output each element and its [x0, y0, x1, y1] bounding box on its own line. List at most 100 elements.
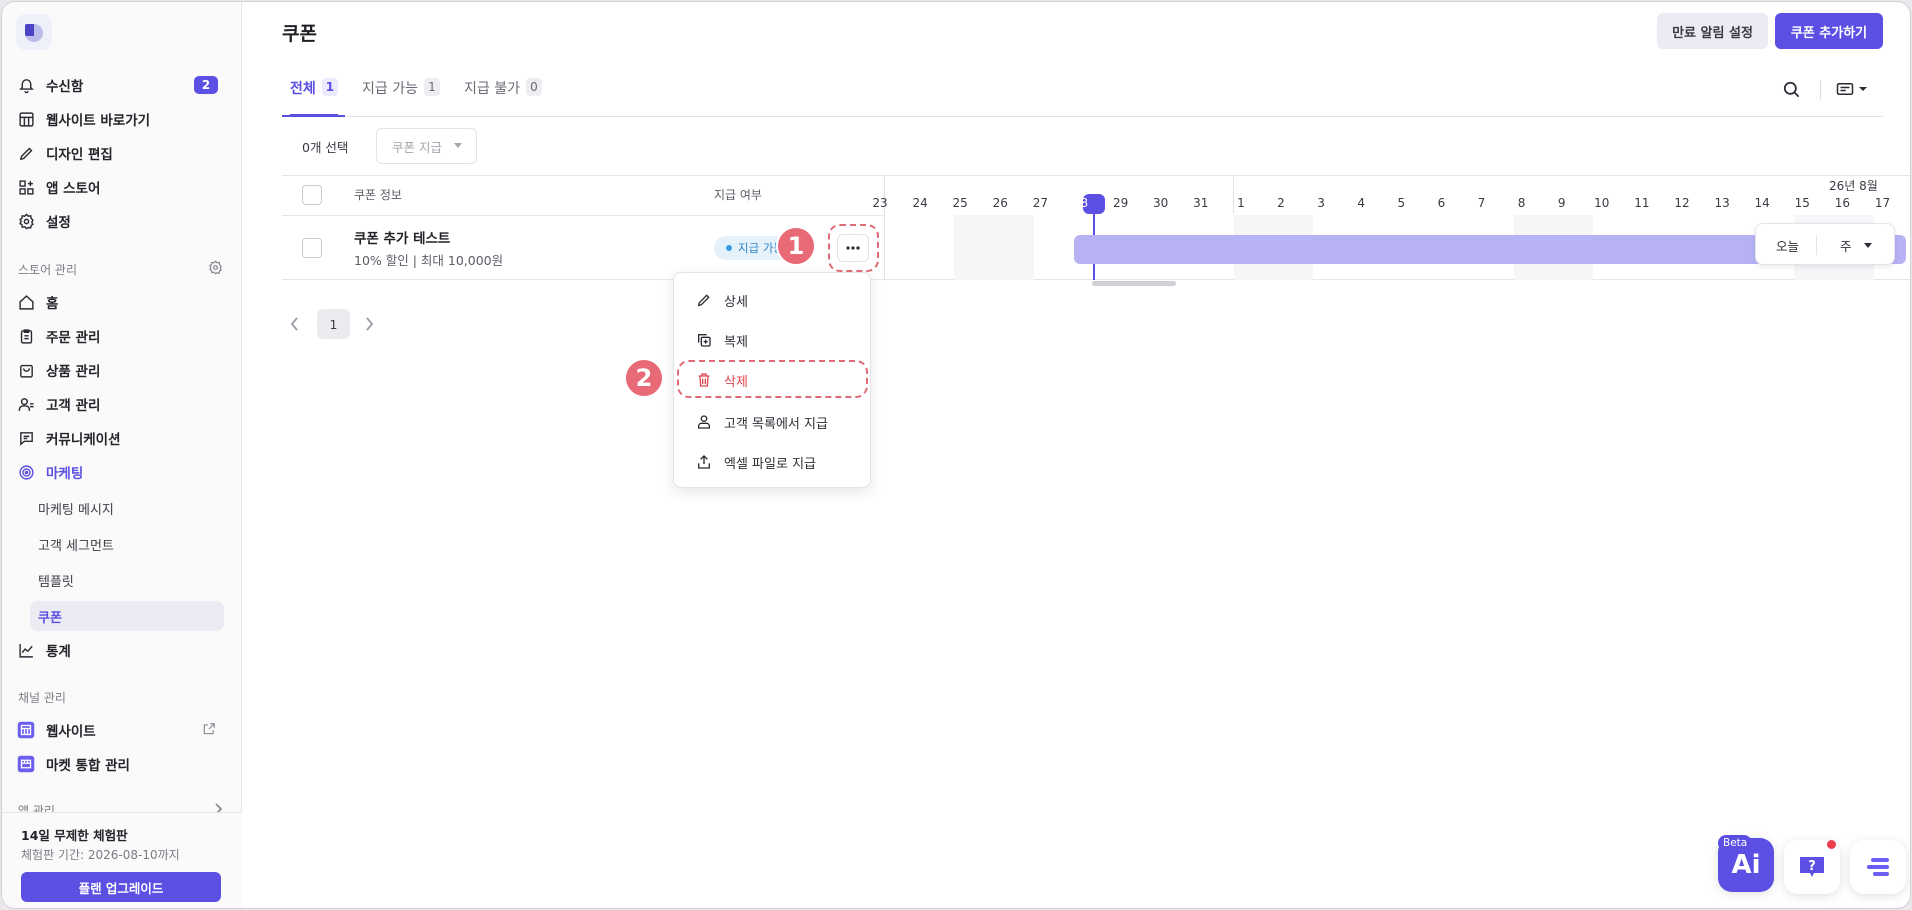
users-icon — [16, 394, 36, 414]
menu-item-issue-from-customer-list[interactable]: 고객 목록에서 지급 — [674, 405, 872, 439]
select-all-checkbox[interactable] — [302, 185, 322, 205]
app-window: 수신함 2 웹사이트 바로가기 디자인 편집 앱 스토어 설정 스토어 관리 홈… — [1, 1, 1911, 909]
sidebar-item-label: 마켓 통합 관리 — [46, 758, 130, 774]
gantt-date: 24 — [912, 196, 928, 210]
gantt-date: 1 — [1237, 196, 1245, 210]
card-view-icon — [1836, 83, 1854, 95]
sidebar-item-website[interactable]: 웹사이트 — [16, 715, 232, 745]
gantt-scrollbar[interactable] — [1092, 281, 1176, 286]
gantt-date: 30 — [1153, 196, 1169, 210]
pen-icon — [16, 143, 36, 163]
gantt-date: 17 — [1874, 196, 1891, 210]
sidebar-item-label: 주문 관리 — [46, 330, 101, 346]
upgrade-plan-button[interactable]: 플랜 업그레이드 — [21, 872, 221, 902]
prev-page-button[interactable] — [290, 316, 300, 336]
zoom-unit-dropdown[interactable]: 주 — [1840, 236, 1852, 255]
menu-item-duplicate[interactable]: 복제 — [674, 323, 872, 357]
sidebar-sub-coupon[interactable]: 쿠폰 — [30, 601, 224, 631]
sidebar-sub-template[interactable]: 템플릿 — [38, 565, 232, 595]
section-channel-management: 채널 관리 — [18, 691, 66, 705]
go-to-today-button[interactable]: 오늘 — [1776, 236, 1799, 255]
sidebar-item-marketing[interactable]: 마케팅 — [16, 457, 232, 487]
sidebar-item-stats[interactable]: 통계 — [16, 635, 232, 665]
sidebar-item-design-edit[interactable]: 디자인 편집 — [16, 138, 232, 168]
sidebar: 수신함 2 웹사이트 바로가기 디자인 편집 앱 스토어 설정 스토어 관리 홈… — [2, 2, 242, 908]
gantt-date: 3 — [1317, 196, 1325, 210]
tab-not-issuable[interactable]: 지급 불가 0 — [464, 78, 542, 116]
sidebar-item-label: 마케팅 — [46, 466, 84, 482]
trial-period: 체험판 기간: 2026-08-10까지 — [21, 848, 180, 862]
menu-button[interactable] — [1850, 840, 1906, 894]
tab-count: 0 — [525, 78, 542, 96]
menu-item-issue-by-excel[interactable]: 엑셀 파일로 지급 — [674, 445, 872, 479]
gantt-date: 31 — [1193, 196, 1209, 210]
tab-label: 지급 불가 — [464, 81, 520, 97]
col-header-issue-status: 지급 여부 — [714, 188, 762, 202]
gantt-date: 8 — [1517, 196, 1526, 210]
add-coupon-button[interactable]: 쿠폰 추가하기 — [1775, 13, 1883, 49]
sidebar-item-website-shortcut[interactable]: 웹사이트 바로가기 — [16, 104, 232, 134]
tab-label: 지급 가능 — [362, 81, 418, 97]
sidebar-sub-marketing-message[interactable]: 마케팅 메시지 — [38, 493, 232, 523]
table-top-border — [282, 175, 1910, 176]
chevron-down-icon — [1859, 87, 1867, 91]
search-icon[interactable] — [1782, 80, 1801, 103]
toolbar-divider — [1820, 80, 1821, 100]
chevron-down-icon — [454, 143, 462, 148]
gantt-date: 14 — [1754, 196, 1770, 210]
row-checkbox[interactable] — [302, 238, 322, 258]
sidebar-item-customers[interactable]: 고객 관리 — [16, 389, 232, 419]
store-settings-gear-icon[interactable] — [208, 260, 223, 279]
apps-icon — [16, 177, 36, 197]
sidebar-item-label: 커뮤니케이션 — [46, 432, 121, 448]
sidebar-item-market-integration[interactable]: 마켓 통합 관리 — [16, 749, 232, 779]
expiry-alert-settings-button[interactable]: 만료 알림 설정 — [1657, 13, 1768, 49]
menu-item-label: 상세 — [724, 294, 748, 310]
chevron-right-icon[interactable] — [213, 802, 223, 812]
issue-coupon-dropdown[interactable]: 쿠폰 지급 — [376, 128, 477, 164]
page-number[interactable]: 1 — [317, 309, 350, 339]
coupon-description: 10% 할인 | 최대 10,000원 — [354, 253, 504, 268]
trial-panel: 14일 무제한 체험판 체험판 기간: 2026-08-10까지 플랜 업그레이… — [2, 812, 242, 908]
external-link-icon[interactable] — [202, 722, 216, 740]
tab-all[interactable]: 전체 1 — [290, 78, 339, 116]
beta-badge: Beta — [1718, 835, 1753, 851]
next-page-button[interactable] — [364, 316, 374, 336]
menu-item-detail[interactable]: 상세 — [674, 283, 872, 317]
home-icon — [16, 292, 36, 312]
sidebar-item-products[interactable]: 상품 관리 — [16, 355, 232, 385]
sidebar-item-communication[interactable]: 커뮤니케이션 — [16, 423, 232, 453]
selection-toolbar: 0개 선택 쿠폰 지급 — [282, 126, 477, 164]
gantt-zoom-control: 오늘 주 — [1755, 223, 1895, 265]
chevron-right-icon — [366, 317, 374, 331]
view-mode-dropdown[interactable] — [1836, 81, 1868, 97]
gantt-date: 28 — [1072, 196, 1089, 210]
sidebar-item-app-store[interactable]: 앱 스토어 — [16, 172, 232, 202]
bag-icon — [16, 360, 36, 380]
issue-dropdown-label: 쿠폰 지급 — [392, 139, 442, 155]
tab-issuable[interactable]: 지급 가능 1 — [362, 78, 440, 116]
sidebar-sub-customer-segment[interactable]: 고객 세그먼트 — [38, 529, 232, 559]
coupon-name[interactable]: 쿠폰 추가 테스트 — [354, 227, 450, 247]
chat-icon — [16, 428, 36, 448]
chart-icon — [16, 640, 36, 660]
menu-lines-icon — [1867, 858, 1889, 876]
highlight-more-button — [828, 224, 879, 272]
sidebar-item-settings[interactable]: 설정 — [16, 206, 232, 236]
brand-logo[interactable] — [16, 14, 52, 50]
inbox-count-badge: 2 — [194, 76, 218, 94]
target-icon — [16, 462, 36, 482]
gantt-date: 11 — [1634, 196, 1650, 210]
trial-title: 14일 무제한 체험판 — [21, 828, 128, 843]
sidebar-item-label: 통계 — [46, 644, 71, 660]
sidebar-item-label: 고객 관리 — [46, 398, 101, 414]
gantt-date: 12 — [1674, 196, 1690, 210]
gantt-left-border — [884, 176, 885, 280]
sidebar-item-inbox[interactable]: 수신함 2 — [16, 70, 232, 100]
sidebar-item-label: 앱 스토어 — [46, 181, 101, 197]
gantt-date: 23 — [872, 196, 888, 210]
sidebar-item-home[interactable]: 홈 — [16, 287, 232, 317]
sidebar-item-orders[interactable]: 주문 관리 — [16, 321, 232, 351]
gantt-date: 10 — [1594, 196, 1610, 210]
gantt-date: 4 — [1357, 196, 1365, 210]
